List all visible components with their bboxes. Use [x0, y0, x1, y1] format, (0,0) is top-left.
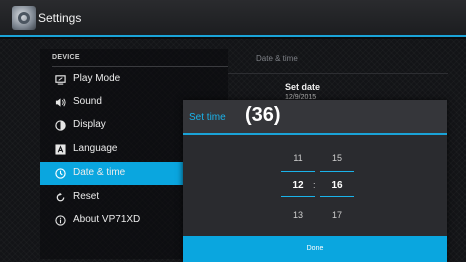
info-icon — [55, 215, 66, 226]
detail-header: Date & time — [256, 54, 298, 63]
time-separator: : — [313, 180, 316, 190]
minute-next-value[interactable]: 17 — [317, 210, 357, 220]
language-icon — [55, 144, 66, 155]
reset-icon — [56, 192, 65, 202]
done-button[interactable]: Done — [183, 236, 447, 262]
hour-next-value[interactable]: 13 — [278, 210, 318, 220]
minute-current-value[interactable]: 16 — [317, 180, 357, 191]
menu-item-label: Language — [73, 143, 118, 154]
settings-gear-icon — [12, 6, 36, 30]
menu-item-label: Play Mode — [73, 73, 121, 84]
menu-item-label: About VP71XD — [73, 214, 141, 225]
detail-divider — [228, 73, 448, 74]
menu-item-label: Display — [73, 119, 106, 130]
dialog-badge: (36) — [245, 104, 281, 126]
section-header-device: DEVICE — [52, 54, 80, 61]
section-divider — [52, 66, 228, 67]
hour-selection-line-bottom — [281, 196, 315, 197]
hour-selection-line-top — [281, 171, 315, 172]
done-button-label: Done — [306, 245, 324, 252]
dialog-title: Set time — [189, 112, 226, 123]
hour-prev-value[interactable]: 11 — [278, 153, 318, 163]
menu-item-label: Reset — [73, 191, 100, 202]
monitor-icon — [55, 75, 66, 85]
menu-item-play-mode[interactable]: Play Mode — [40, 68, 228, 91]
title-bar: Settings — [0, 0, 466, 37]
dialog-title-divider — [183, 133, 447, 135]
set-date-label[interactable]: Set date — [285, 82, 320, 92]
hour-current-value[interactable]: 12 — [278, 180, 318, 191]
speaker-icon — [55, 98, 66, 107]
minute-selection-line-bottom — [320, 196, 354, 197]
menu-item-label: Sound — [73, 96, 102, 107]
app-title: Settings — [38, 11, 82, 25]
minute-prev-value[interactable]: 15 — [317, 153, 357, 163]
clock-icon — [55, 168, 66, 179]
dialog-title-bar: Set time (36) — [183, 100, 447, 134]
brightness-icon — [55, 120, 66, 131]
minute-selection-line-top — [320, 171, 354, 172]
menu-item-label: Date & time — [73, 167, 126, 178]
